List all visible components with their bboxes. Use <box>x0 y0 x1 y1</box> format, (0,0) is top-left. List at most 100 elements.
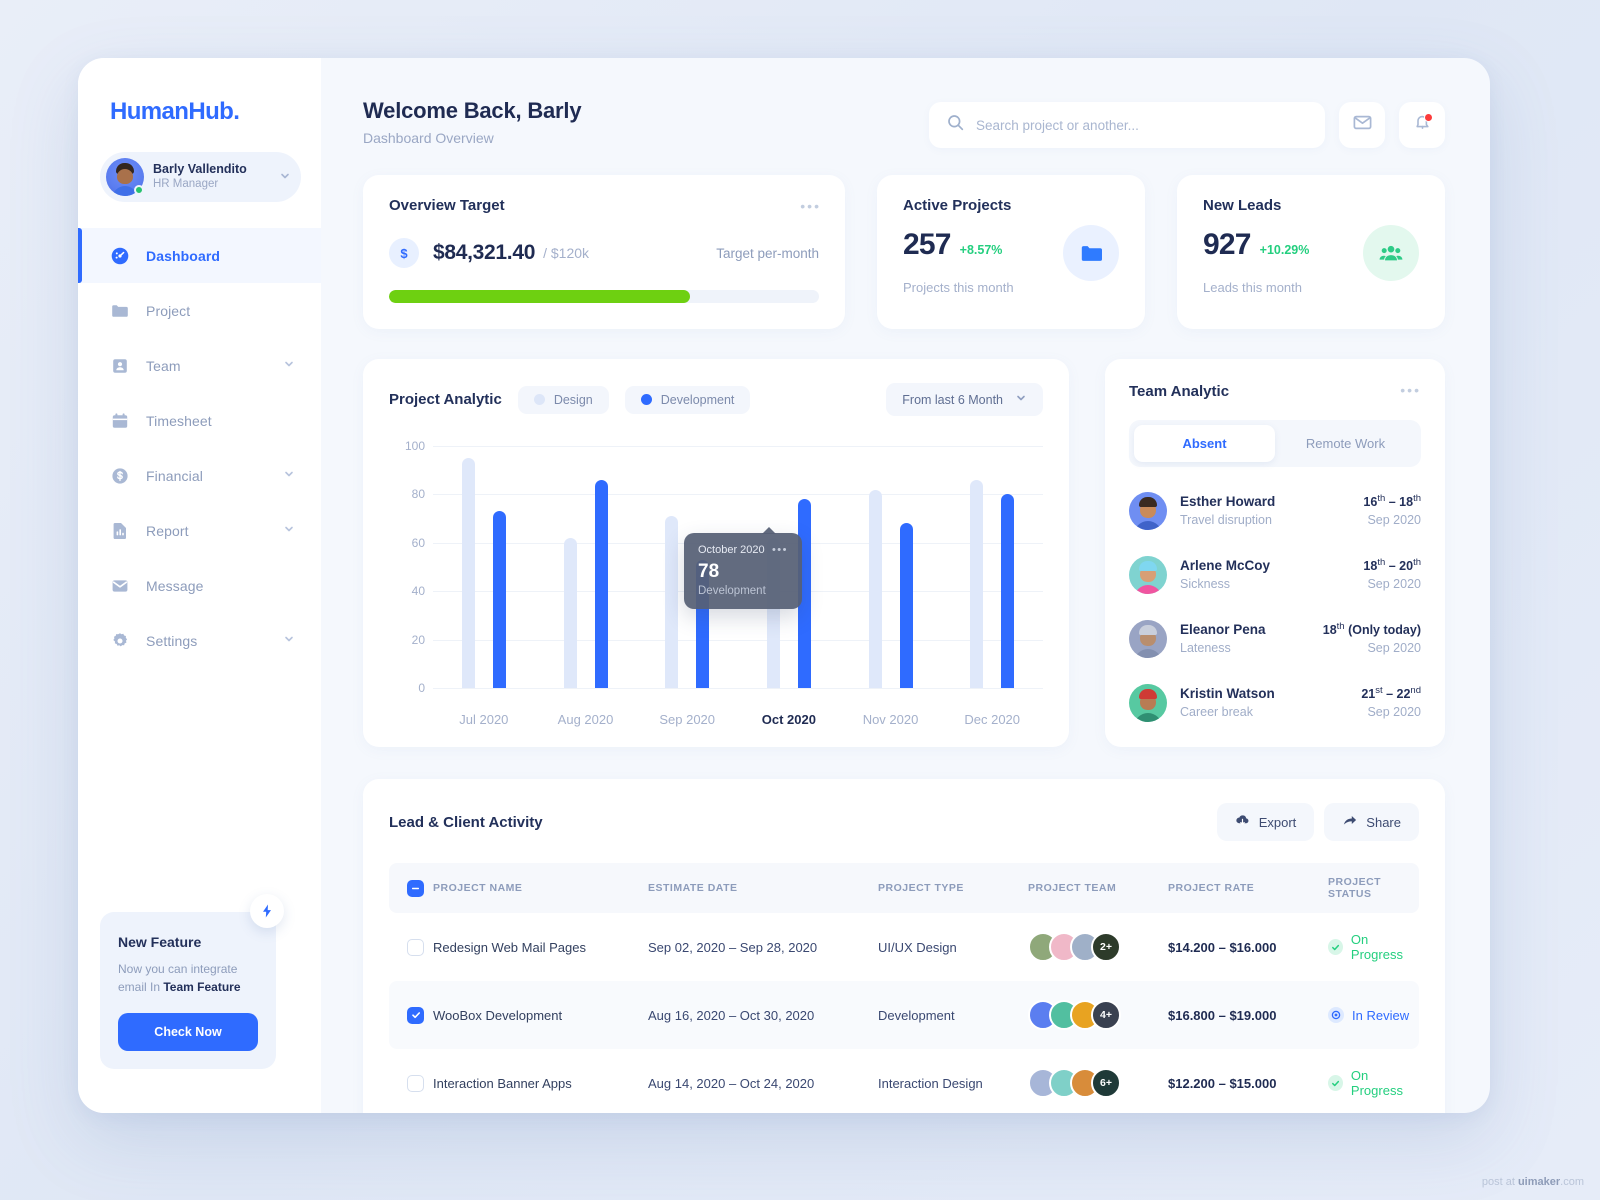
row-checkbox[interactable] <box>407 1074 424 1092</box>
search-box[interactable] <box>929 102 1325 148</box>
bar-design[interactable] <box>563 537 577 688</box>
team-avatar: 6+ <box>1091 1068 1121 1098</box>
team-absence-row[interactable]: Arlene McCoy Sickness 18th – 20th Sep 2020 <box>1129 543 1421 607</box>
bar-development[interactable] <box>899 523 913 688</box>
team-member-name: Esther Howard <box>1180 494 1276 510</box>
row-checkbox[interactable] <box>407 938 424 956</box>
bar-development[interactable] <box>1001 494 1015 688</box>
absence-reason: Career break <box>1180 704 1253 719</box>
overview-target-card: Overview Target ••• $ $84,321.40 / $120k… <box>363 175 845 329</box>
absence-month: Sep 2020 <box>1367 640 1421 655</box>
notifications-button[interactable] <box>1399 102 1445 148</box>
bar-design[interactable] <box>970 479 984 688</box>
chevron-down-icon[interactable] <box>283 468 295 483</box>
team-analytic-card: Team Analytic ••• Absent Remote Work Est… <box>1105 359 1445 747</box>
project-type: UI/UX Design <box>878 939 957 955</box>
sidebar-item-label: Financial <box>146 467 203 484</box>
bar-group[interactable] <box>941 432 1043 702</box>
dollar-icon <box>110 466 130 486</box>
activity-title: Lead & Client Activity <box>389 813 543 831</box>
column-header: PROJECT NAME <box>433 863 648 913</box>
bar-design[interactable] <box>868 489 882 688</box>
project-analytic-card: Project Analytic Design Development From… <box>363 359 1069 747</box>
tab-remote-work[interactable]: Remote Work <box>1275 425 1416 462</box>
team-absence-row[interactable]: Eleanor Pena Lateness 18th (Only today) Sep… <box>1129 607 1421 671</box>
user-profile-chip[interactable]: Barly Vallendito HR Manager <box>100 152 301 202</box>
chart-range-selector[interactable]: From last 6 Month <box>886 383 1043 416</box>
check-icon <box>1328 939 1343 955</box>
avatar-group[interactable]: 4+ <box>1028 1000 1168 1030</box>
topbar: Welcome Back, Barly Dashboard Overview <box>363 98 1445 148</box>
search-input[interactable] <box>976 117 1307 133</box>
bar-development[interactable] <box>492 511 506 688</box>
bar-development[interactable] <box>594 479 608 688</box>
sidebar-item-message[interactable]: Message <box>78 558 321 613</box>
tooltip-menu-button[interactable]: ••• <box>772 544 788 556</box>
sidebar-item-label: Project <box>146 302 191 319</box>
check-now-button[interactable]: Check Now <box>118 1013 258 1051</box>
sidebar-item-timesheet[interactable]: Timesheet <box>78 393 321 448</box>
team-menu-button[interactable]: ••• <box>1400 383 1421 397</box>
chevron-down-icon[interactable] <box>279 170 291 185</box>
table-actions: Export Share <box>1216 803 1419 841</box>
sidebar-item-dashboard[interactable]: Dashboard <box>78 228 321 283</box>
sidebar-item-label: Timesheet <box>146 412 212 429</box>
overview-amount: $84,321.40 <box>433 241 536 264</box>
team-member-name: Arlene McCoy <box>1180 558 1271 574</box>
table-row[interactable]: Interaction Banner Apps Aug 14, 2020 – Oc… <box>389 1049 1419 1113</box>
chart-icon <box>110 521 130 541</box>
team-tabs: Absent Remote Work <box>1129 420 1421 467</box>
table-row[interactable]: Redesign Web Mail Pages Sep 02, 2020 – Se… <box>389 913 1419 981</box>
legend-development[interactable]: Development <box>624 385 751 414</box>
bar-design[interactable] <box>461 458 475 688</box>
x-axis-label: Sep 2020 <box>659 712 716 727</box>
team-absence-row[interactable]: Kristin Watson Career break 21st – 22nd Sep… <box>1129 671 1421 735</box>
column-header: PROJECT RATE <box>1168 863 1328 913</box>
chevron-down-icon[interactable] <box>283 523 295 538</box>
new-leads-caption: Leads this month <box>1203 280 1303 295</box>
bar-design[interactable] <box>665 516 679 688</box>
new-leads-card: New Leads 927 +10.29% Leads this month <box>1177 175 1445 329</box>
bar-group[interactable] <box>535 432 637 702</box>
bar-group[interactable] <box>840 432 942 702</box>
mail-button[interactable] <box>1339 102 1385 148</box>
sidebar-item-settings[interactable]: Settings <box>78 613 321 668</box>
table-row[interactable]: WooBox Development Aug 16, 2020 – Oct 30,… <box>389 981 1419 1049</box>
tab-absent[interactable]: Absent <box>1134 425 1275 462</box>
page-subtitle: Dashboard Overview <box>363 130 494 146</box>
select-all-checkbox[interactable] <box>407 879 424 897</box>
sidebar-item-team[interactable]: Team <box>78 338 321 393</box>
dashboard-icon <box>110 246 130 266</box>
x-axis-label: Oct 2020 <box>761 712 816 727</box>
user-name: Barly Vallendito <box>153 161 247 176</box>
overview-menu-button[interactable]: ••• <box>800 199 821 213</box>
sidebar-item-project[interactable]: Project <box>78 283 321 338</box>
tooltip-category: Development <box>698 585 766 598</box>
sidebar-item-report[interactable]: Report <box>78 503 321 558</box>
bar-chart-plot: 100 80 60 40 20 0 October 2020 ••• 78 Develop… <box>389 432 1043 702</box>
team-avatar: 4+ <box>1091 1000 1121 1030</box>
row-select-cell <box>389 981 433 1049</box>
team-absence-row[interactable]: Esther Howard Travel disruption 16th – 18t… <box>1129 479 1421 543</box>
active-projects-card: Active Projects 257 +8.57% Projects this… <box>877 175 1145 329</box>
row-select-cell <box>389 1049 433 1113</box>
row-checkbox[interactable] <box>407 1006 424 1024</box>
status-badge: On Progress <box>1328 1068 1419 1098</box>
chart-title: Project Analytic <box>389 391 502 408</box>
avatar-group[interactable]: 6+ <box>1028 1068 1168 1098</box>
export-button[interactable]: Export <box>1216 803 1315 841</box>
gear-icon <box>110 631 130 651</box>
absence-range: 18th (Only today) <box>1322 621 1421 638</box>
legend-design[interactable]: Design <box>517 385 609 414</box>
avatar-group[interactable]: 2+ <box>1028 932 1168 962</box>
chevron-down-icon[interactable] <box>283 358 295 373</box>
avatar <box>1129 492 1167 530</box>
sidebar-item-financial[interactable]: Financial <box>78 448 321 503</box>
chevron-down-icon[interactable] <box>283 633 295 648</box>
y-axis-tick: 40 <box>411 584 425 599</box>
share-button[interactable]: Share <box>1324 803 1419 841</box>
bar-group[interactable] <box>433 432 535 702</box>
team-absence-list: Esther Howard Travel disruption 16th – 18t… <box>1129 479 1421 735</box>
project-team: 2+ <box>1028 913 1168 981</box>
project-rate: $14.200 – $16.000 <box>1168 939 1277 955</box>
